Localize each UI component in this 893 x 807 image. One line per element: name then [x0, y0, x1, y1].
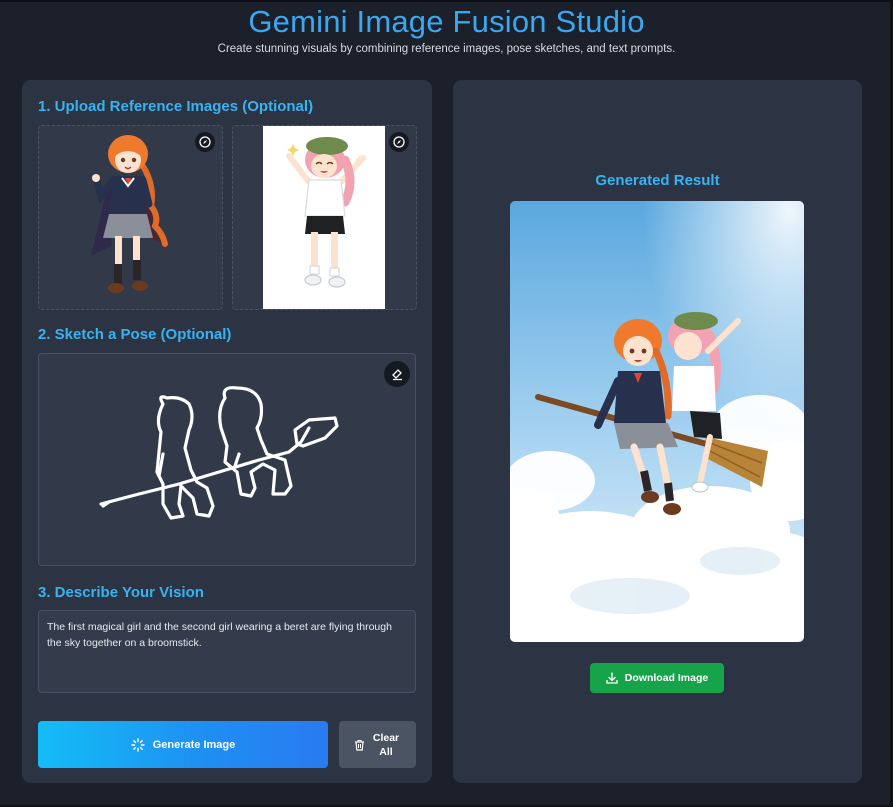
sketch-section-title: 2. Sketch a Pose (Optional): [38, 326, 232, 343]
sparkle-loader-icon: [131, 737, 145, 752]
generated-result-image: [510, 201, 804, 642]
download-image-button[interactable]: Download Image: [590, 663, 724, 693]
reference-image-1: [91, 135, 168, 293]
reference-image-slot-1[interactable]: [38, 125, 223, 310]
sketch-canvas[interactable]: [38, 353, 416, 566]
result-panel: Generated Result Download Image: [453, 80, 862, 783]
result-title: Generated Result: [595, 172, 720, 189]
page-subtitle: Create stunning visuals by combining ref…: [217, 43, 676, 55]
pose-sketch-strokes: [99, 386, 339, 520]
reference-image-slot-2[interactable]: [232, 125, 417, 310]
compass-icon[interactable]: [389, 132, 409, 152]
prompt-section-title: 3. Describe Your Vision: [38, 584, 204, 601]
eraser-icon[interactable]: [384, 361, 410, 387]
window-top-edge: [0, 0, 893, 2]
clear-all-label: Clear All: [372, 731, 400, 758]
clear-all-button[interactable]: Clear All: [339, 721, 416, 768]
upload-section-title: 1. Upload Reference Images (Optional): [38, 98, 314, 115]
reference-image-2: [263, 126, 385, 309]
input-panel: 1. Upload Reference Images (Optional) 2.…: [22, 80, 432, 783]
prompt-textarea[interactable]: The first magical girl and the second gi…: [38, 610, 416, 693]
page-title: Gemini Image Fusion Studio: [248, 4, 645, 39]
download-icon: [606, 672, 618, 684]
compass-icon[interactable]: [195, 132, 215, 152]
generate-image-button[interactable]: Generate Image: [38, 721, 328, 768]
trash-icon: [355, 739, 364, 751]
download-image-label: Download Image: [624, 672, 709, 684]
generate-image-label: Generate Image: [152, 738, 236, 751]
